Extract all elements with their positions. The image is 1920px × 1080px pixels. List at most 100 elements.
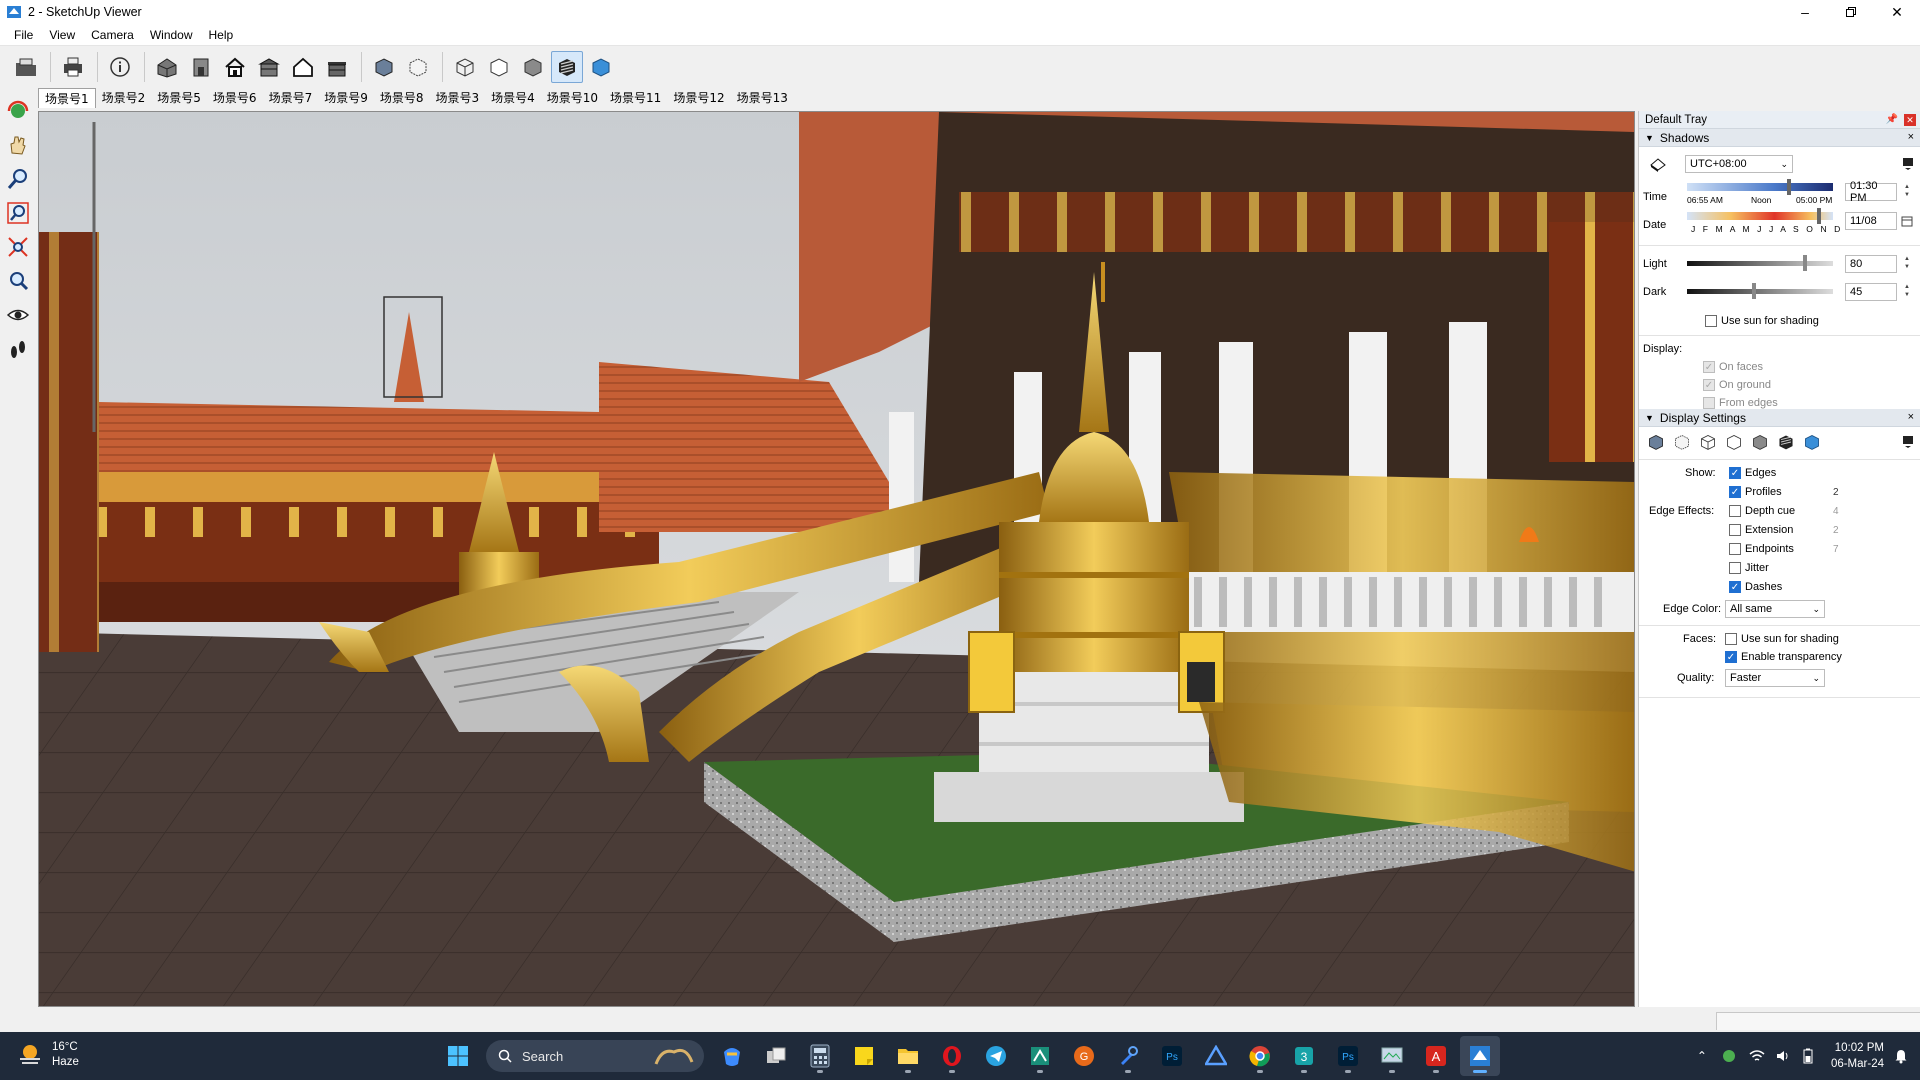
calendar-icon[interactable]: [1901, 215, 1913, 227]
zoom-tool-icon[interactable]: [3, 164, 33, 194]
light-slider-thumb[interactable]: [1803, 255, 1807, 271]
start-button[interactable]: [438, 1036, 478, 1076]
scene-tab[interactable]: 场景号6: [207, 88, 263, 108]
pan-tool-icon[interactable]: [3, 130, 33, 160]
weather-widget[interactable]: 16°C Haze: [16, 1040, 79, 1070]
shaded-textures-style-icon[interactable]: [551, 51, 583, 83]
monochrome-style-icon[interactable]: [585, 51, 617, 83]
previous-view-tool-icon[interactable]: [3, 266, 33, 296]
telegram-icon[interactable]: [976, 1036, 1016, 1076]
timezone-select[interactable]: UTC+08:00 ⌄: [1685, 155, 1793, 173]
time-slider[interactable]: [1687, 183, 1833, 191]
app-green-icon[interactable]: [1020, 1036, 1060, 1076]
scene-tab[interactable]: 场景号3: [429, 88, 485, 108]
panel-close-icon[interactable]: ×: [1908, 131, 1914, 143]
from-edges-checkbox[interactable]: [1703, 397, 1715, 409]
scene-tab[interactable]: 场景号1: [38, 88, 96, 108]
opera-icon[interactable]: [932, 1036, 972, 1076]
photoshop-icon[interactable]: Ps: [1152, 1036, 1192, 1076]
shadows-panel-header[interactable]: ▼ Shadows ×: [1639, 129, 1920, 147]
shaded-style-icon[interactable]: [1751, 433, 1769, 451]
sketchup-taskbar-icon[interactable]: [1460, 1036, 1500, 1076]
use-sun-checkbox[interactable]: [1705, 315, 1717, 327]
app-three-icon[interactable]: 3: [1284, 1036, 1324, 1076]
time-input[interactable]: 01:30 PM: [1845, 180, 1897, 204]
dark-slider-thumb[interactable]: [1752, 283, 1756, 299]
extension-checkbox[interactable]: [1729, 524, 1741, 536]
hidden-line-style-icon[interactable]: [1725, 433, 1743, 451]
wifi-icon[interactable]: [1749, 1049, 1765, 1063]
zoom-window-tool-icon[interactable]: [3, 198, 33, 228]
close-window-button[interactable]: ✕: [1874, 0, 1920, 24]
scene-tab[interactable]: 场景号9: [318, 88, 374, 108]
dark-input[interactable]: 45: [1845, 283, 1897, 301]
wireframe-style-icon[interactable]: [1699, 433, 1717, 451]
time-spinner[interactable]: ▲ ▼: [1901, 183, 1913, 199]
house-outline-icon[interactable]: [287, 51, 319, 83]
monochrome-style-icon[interactable]: [1803, 433, 1821, 451]
restore-button[interactable]: [1828, 0, 1874, 24]
open-file-icon[interactable]: [10, 51, 42, 83]
print-icon[interactable]: [57, 51, 89, 83]
menu-file[interactable]: File: [6, 28, 41, 42]
menu-camera[interactable]: Camera: [83, 28, 142, 42]
dashes-checkbox[interactable]: ✓: [1729, 581, 1741, 593]
light-slider[interactable]: [1687, 261, 1833, 266]
front-view-icon[interactable]: [185, 51, 217, 83]
copilot-icon[interactable]: [712, 1036, 752, 1076]
panel-details-icon[interactable]: [1902, 435, 1914, 449]
acrobat-icon[interactable]: A: [1416, 1036, 1456, 1076]
back-edges-style-icon[interactable]: [402, 51, 434, 83]
quality-select[interactable]: Faster ⌄: [1725, 669, 1825, 687]
top-view-icon[interactable]: [253, 51, 285, 83]
extension-value[interactable]: 2: [1833, 525, 1839, 536]
date-slider[interactable]: [1687, 212, 1833, 220]
measurements-box[interactable]: [1716, 1012, 1920, 1030]
scene-tab[interactable]: 场景号7: [263, 88, 319, 108]
on-ground-checkbox[interactable]: ✓: [1703, 379, 1715, 391]
hidden-line-style-icon[interactable]: [483, 51, 515, 83]
right-view-icon[interactable]: [321, 51, 353, 83]
volume-icon[interactable]: [1775, 1049, 1791, 1063]
panel-details-icon[interactable]: [1902, 157, 1914, 171]
scene-tab[interactable]: 场景号10: [541, 88, 604, 108]
look-around-tool-icon[interactable]: [3, 300, 33, 330]
scene-tab[interactable]: 场景号5: [151, 88, 207, 108]
taskbar-search[interactable]: Search: [486, 1040, 704, 1072]
scene-tab[interactable]: 场景号4: [485, 88, 541, 108]
time-slider-thumb[interactable]: [1787, 179, 1791, 195]
monitor-app-icon[interactable]: [1372, 1036, 1412, 1076]
scene-tab[interactable]: 场景号2: [96, 88, 152, 108]
shaded-style-icon[interactable]: [517, 51, 549, 83]
battery-icon[interactable]: [1801, 1048, 1815, 1064]
toggle-shadows-icon[interactable]: [1649, 155, 1667, 173]
xray-style-icon[interactable]: [1647, 433, 1665, 451]
walk-tool-icon[interactable]: [3, 334, 33, 364]
orbit-tool-icon[interactable]: [3, 96, 33, 126]
back-edges-style-icon[interactable]: [1673, 433, 1691, 451]
light-input[interactable]: 80: [1845, 255, 1897, 273]
profiles-checkbox[interactable]: ✓: [1729, 486, 1741, 498]
triangle-app-icon[interactable]: [1196, 1036, 1236, 1076]
model-info-icon[interactable]: [104, 51, 136, 83]
depth-cue-value[interactable]: 4: [1833, 506, 1839, 517]
task-view-icon[interactable]: [756, 1036, 796, 1076]
profiles-value[interactable]: 2: [1833, 487, 1839, 498]
dark-spinner[interactable]: ▲ ▼: [1901, 283, 1913, 299]
panel-close-icon[interactable]: ×: [1908, 411, 1914, 423]
scene-tab[interactable]: 场景号13: [731, 88, 794, 108]
chevron-up-icon[interactable]: ⌃: [1697, 1049, 1707, 1063]
calculator-icon[interactable]: [800, 1036, 840, 1076]
faces-use-sun-checkbox[interactable]: [1725, 633, 1737, 645]
scene-tab[interactable]: 场景号12: [667, 88, 730, 108]
home-view-icon[interactable]: [219, 51, 251, 83]
zoom-extents-tool-icon[interactable]: [3, 232, 33, 262]
dark-slider[interactable]: [1687, 289, 1833, 294]
edge-color-select[interactable]: All same ⌄: [1725, 600, 1825, 618]
edges-checkbox[interactable]: ✓: [1729, 467, 1741, 479]
endpoints-value[interactable]: 7: [1833, 544, 1839, 555]
tool-app-icon[interactable]: [1108, 1036, 1148, 1076]
grammarly-icon[interactable]: G: [1064, 1036, 1104, 1076]
chrome-icon[interactable]: [1240, 1036, 1280, 1076]
taskbar-clock[interactable]: 10:02 PM 06-Mar-24: [1831, 1040, 1884, 1072]
